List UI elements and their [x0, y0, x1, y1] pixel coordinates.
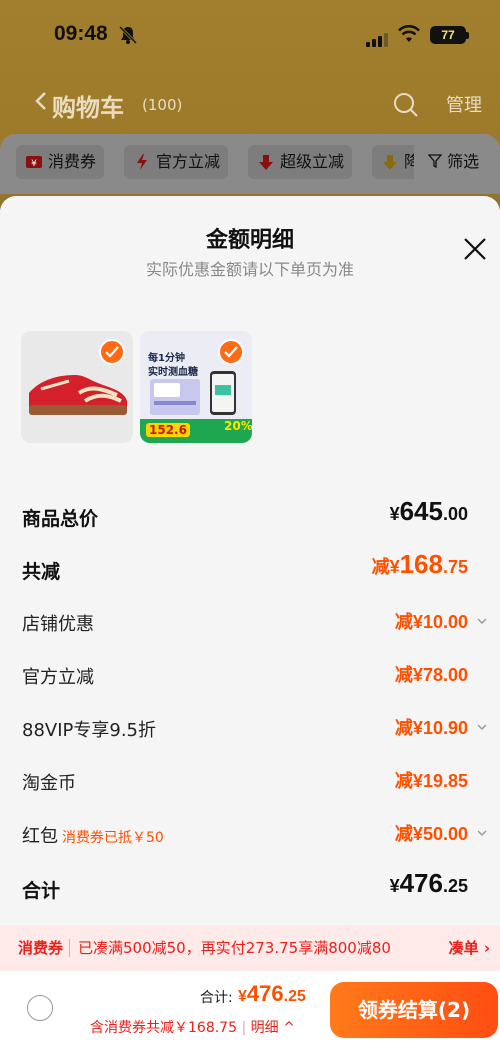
row-label: 红包 消费券已抵￥50	[22, 826, 164, 847]
row-value: ¥476.25	[389, 868, 468, 898]
product-price-tag: 152.6	[146, 423, 190, 437]
search-icon[interactable]	[393, 92, 419, 118]
row-value: 减¥168.75	[371, 549, 468, 579]
total-label: 合计:	[200, 990, 233, 1006]
checkout-button[interactable]: 领券结算(2)	[330, 982, 498, 1038]
row-value: 减¥19.85	[394, 771, 468, 791]
promo-divider	[69, 939, 70, 957]
detail-toggle-link[interactable]: 明细 ^	[251, 1020, 295, 1036]
chevron-down-icon	[477, 618, 487, 624]
cart-titlebar: 购物车 (100) 管理	[0, 84, 500, 124]
promo-tag: 消费券	[18, 939, 64, 957]
filter-strip: ¥ 消费券 官方立减 超级立减 降 筛选	[0, 134, 500, 194]
row-label: 商品总价	[22, 508, 99, 530]
filter-chip-label: 消费券	[48, 152, 97, 171]
select-all-checkbox[interactable]	[27, 995, 53, 1021]
price-drop-icon	[383, 155, 397, 170]
filter-button-label: 筛选	[447, 152, 480, 171]
cellular-signal-icon	[366, 28, 390, 47]
promo-text: 已凑满500减50，再实付273.75享满800减80	[78, 939, 391, 957]
lightning-icon	[137, 154, 147, 170]
row-label: 合计	[22, 880, 61, 902]
row-value: 减¥10.00	[394, 612, 468, 632]
row-label: 店铺优惠	[22, 614, 94, 635]
row-grand-total: 合计 ¥476.25	[0, 868, 500, 908]
back-chevron-icon[interactable]	[34, 90, 48, 112]
row-label: 共减	[22, 561, 61, 583]
product-thumbnail-sneaker[interactable]	[21, 331, 133, 443]
row-value: 减¥50.00	[394, 824, 468, 844]
row-label: 官方立减	[22, 667, 94, 688]
row-label: 88VIP专享9.5折	[22, 720, 157, 741]
chevron-down-icon	[477, 830, 487, 836]
row-88vip-discount[interactable]: 88VIP专享9.5折 减¥10.90	[0, 708, 500, 748]
row-value: 减¥10.90	[394, 718, 468, 738]
row-label: 淘金币	[22, 773, 76, 794]
row-official-discount: 官方立减 减¥78.00	[0, 655, 500, 695]
discount-text: 含消费券共减￥168.75	[90, 1020, 237, 1036]
filter-chip-coupon[interactable]: ¥ 消费券	[16, 145, 105, 179]
checked-icon	[99, 339, 125, 365]
status-time: 09:48	[54, 22, 108, 45]
row-goods-total: 商品总价 ¥645.00	[0, 496, 500, 536]
product-thumbnail-glucose-monitor[interactable]: 每1分钟 实时测血糖 152.6 20%	[140, 331, 252, 443]
chevron-down-icon	[477, 724, 487, 730]
checkout-footer: 合计: ¥476.25 含消费券共减￥168.75 | 明细 ^ 领券结算(2)	[0, 971, 500, 1049]
sheet-title: 金额明细	[205, 228, 294, 253]
close-icon[interactable]	[462, 236, 488, 262]
row-value: ¥645.00	[389, 496, 468, 526]
product-percent-tag: 20%	[224, 419, 252, 433]
total-value: ¥476.25	[238, 981, 306, 1006]
status-bar: 09:48 77	[0, 22, 500, 52]
product-ad-line: 实时测血糖	[148, 367, 198, 378]
add-items-link[interactable]: 凑单 ›	[449, 925, 490, 971]
battery-icon: 77	[430, 26, 469, 44]
row-taojinbi: 淘金币 减¥19.85	[0, 761, 500, 801]
funnel-icon	[427, 154, 443, 169]
manage-button[interactable]: 管理	[446, 91, 482, 117]
product-ad-line: 每1分钟	[148, 353, 185, 364]
amount-details-sheet: 金额明细 实际优惠金额请以下单页为准 每1分钟 实时测血糖 152.6 20% …	[0, 196, 500, 1049]
discount-summary: 含消费券共减￥168.75 | 明细 ^	[90, 1020, 295, 1036]
device-box-image	[150, 379, 200, 415]
row-store-discount[interactable]: 店铺优惠 减¥10.00	[0, 602, 500, 642]
row-note: 消费券已抵￥50	[62, 830, 164, 846]
filter-chip-label: 超级立减	[280, 152, 345, 171]
wifi-icon	[398, 25, 420, 42]
row-value: 减¥78.00	[394, 665, 468, 685]
checked-icon	[218, 339, 244, 365]
cart-count: (100)	[142, 96, 183, 114]
svg-text:¥: ¥	[31, 159, 37, 169]
phone-image	[210, 371, 236, 415]
filter-button[interactable]: 筛选	[414, 145, 500, 179]
row-total-reduction: 共减 减¥168.75	[0, 549, 500, 589]
filter-chip-super-discount[interactable]: 超级立减	[248, 145, 353, 179]
coupon-promo-bar[interactable]: 消费券 已凑满500减50，再实付273.75享满800减80 凑单 ›	[0, 925, 500, 971]
down-arrow-icon	[259, 155, 273, 170]
filter-chip-official-discount[interactable]: 官方立减	[124, 145, 229, 179]
bell-muted-icon	[118, 25, 138, 45]
filter-chip-label: 官方立减	[156, 152, 221, 171]
coupon-icon: ¥	[26, 156, 42, 169]
cart-title: 购物车	[52, 94, 124, 122]
row-red-packet[interactable]: 红包 消费券已抵￥50 减¥50.00	[0, 814, 500, 854]
sheet-subtitle: 实际优惠金额请以下单页为准	[145, 260, 354, 279]
